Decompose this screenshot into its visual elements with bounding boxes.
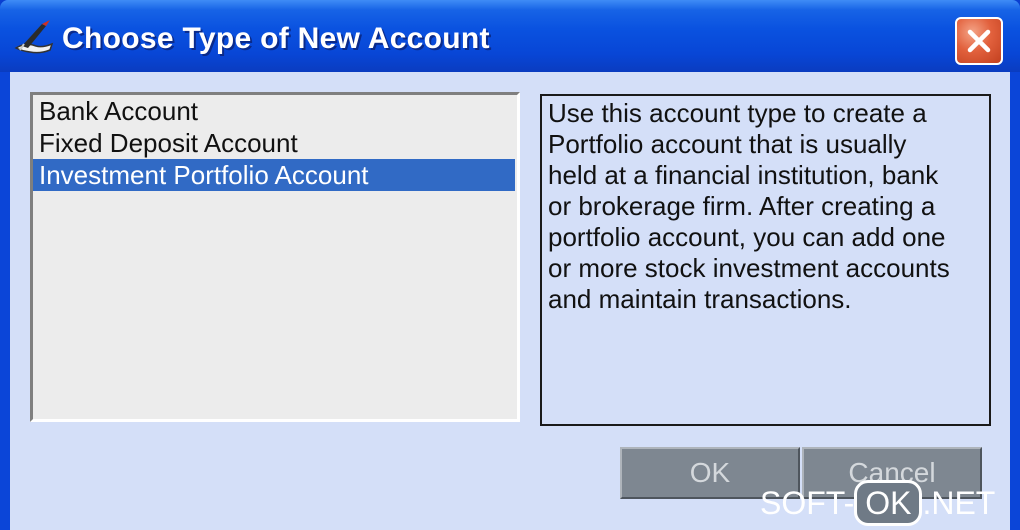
account-type-list[interactable]: Bank Account Fixed Deposit Account Inves…	[30, 92, 520, 422]
description-line: Use this account type to create a	[548, 98, 927, 128]
description-line: Portfolio account that is usually	[548, 129, 907, 159]
description-line: portfolio account, you can add one	[548, 222, 946, 252]
title-bar[interactable]: Choose Type of New Account	[0, 0, 1020, 72]
list-item-fixed-deposit-account[interactable]: Fixed Deposit Account	[33, 127, 515, 159]
close-icon	[967, 29, 991, 53]
dialog-window: Choose Type of New Account Bank Account …	[0, 0, 1020, 530]
description-line: or more stock investment accounts	[548, 253, 950, 283]
list-item-bank-account[interactable]: Bank Account	[33, 95, 515, 127]
list-item-investment-portfolio-account[interactable]: Investment Portfolio Account	[33, 159, 515, 191]
close-button[interactable]	[955, 17, 1003, 65]
description-line: and maintain transactions.	[548, 284, 852, 314]
window-title: Choose Type of New Account	[62, 22, 490, 55]
app-quill-icon	[12, 18, 56, 58]
dialog-body: Bank Account Fixed Deposit Account Inves…	[10, 72, 1010, 530]
watermark-box: OK	[854, 480, 923, 526]
watermark: SOFT- OK .NET	[760, 478, 995, 528]
description-line: or brokerage firm. After creating a	[548, 191, 936, 221]
watermark-left: SOFT-	[760, 485, 855, 521]
account-type-description: Use this account type to create a Portfo…	[540, 94, 991, 426]
watermark-right: .NET	[922, 485, 996, 521]
description-line: held at a financial institution, bank	[548, 160, 939, 190]
